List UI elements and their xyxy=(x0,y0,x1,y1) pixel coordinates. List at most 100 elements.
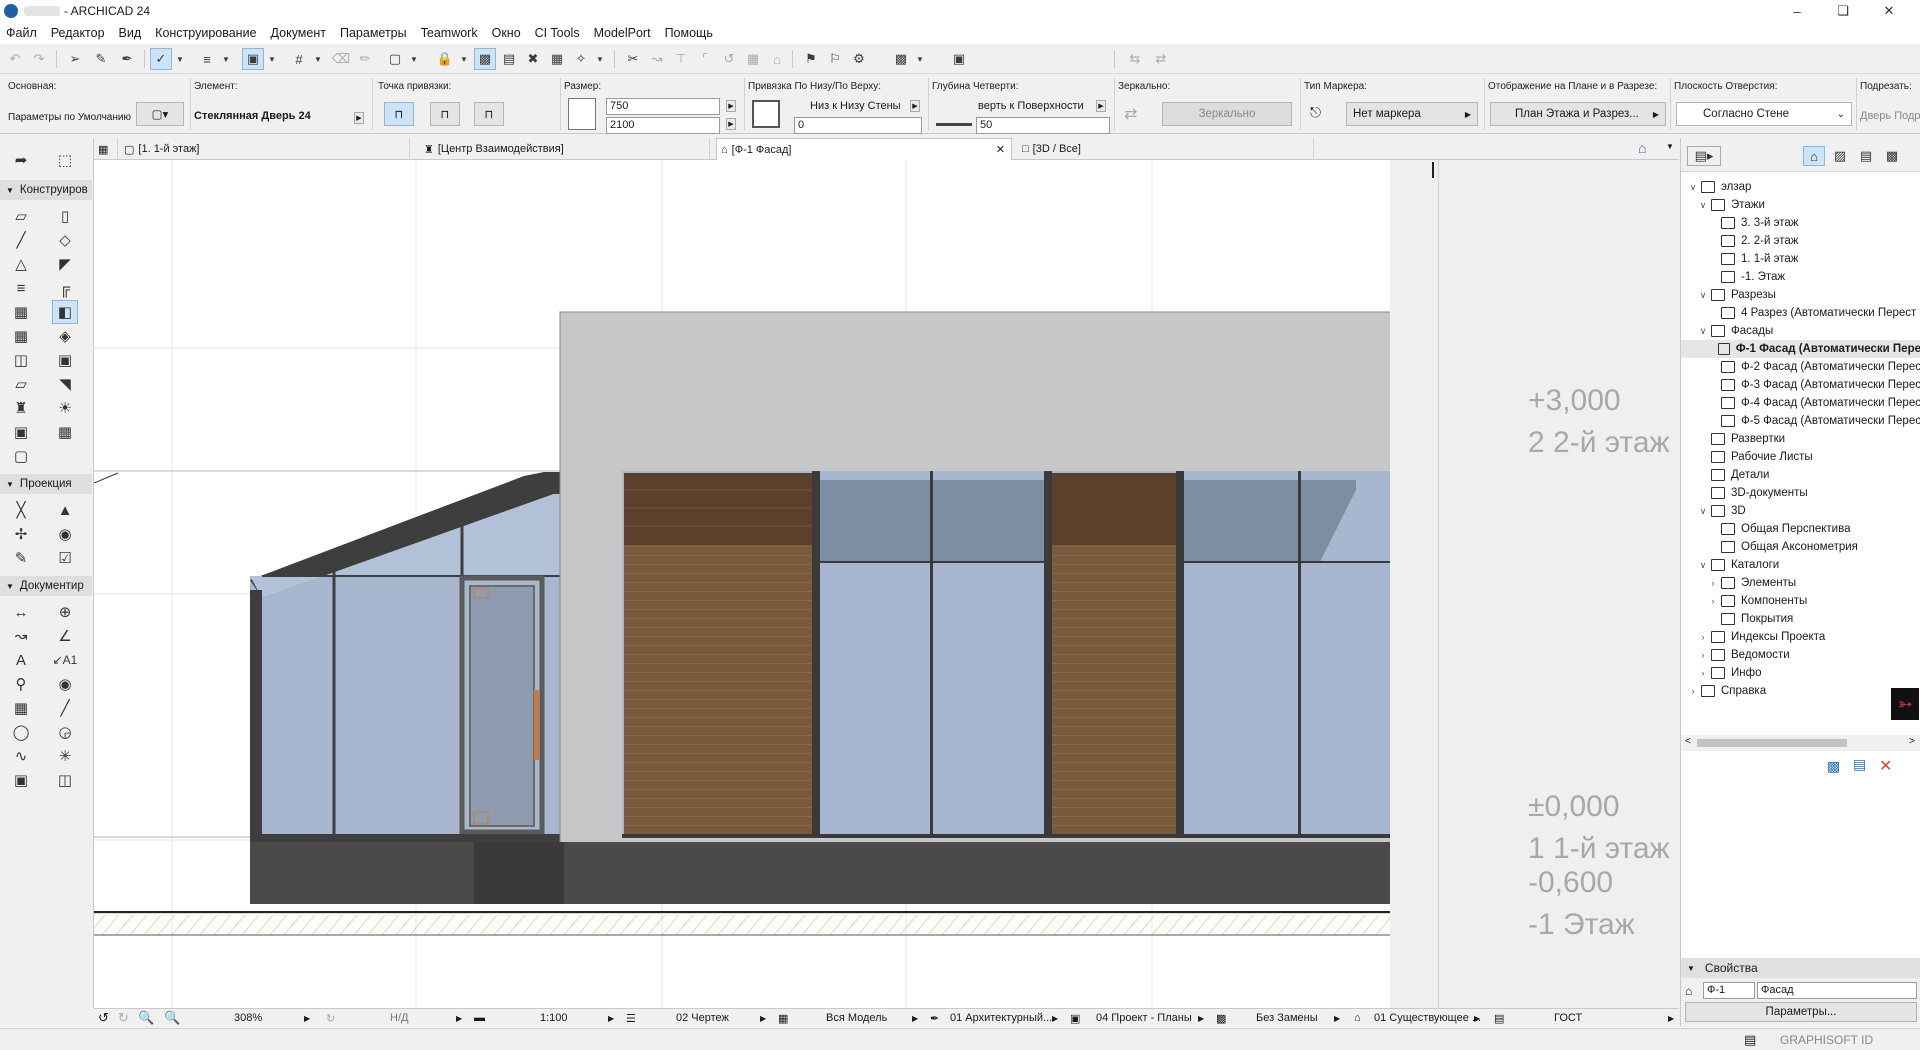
override-icon[interactable]: ▩ xyxy=(1216,1012,1226,1025)
pen-set-value[interactable]: 01 Архитектурный... xyxy=(950,1012,1052,1024)
cross-icon[interactable]: ✖ xyxy=(522,48,544,70)
teamwork-receive-icon[interactable]: ⇄ xyxy=(1150,48,1172,70)
slab-tool-icon[interactable]: ◇ xyxy=(52,228,78,252)
publish-icon[interactable]: ▩ xyxy=(890,48,912,70)
chevron-down-icon[interactable]: ∨ xyxy=(1697,560,1709,571)
object-tool-icon[interactable]: ♜ xyxy=(8,396,34,420)
menu-document[interactable]: Документ xyxy=(271,26,326,40)
zone-tool-icon[interactable]: ▣ xyxy=(8,420,34,444)
tree-item[interactable]: › Справка xyxy=(1681,682,1766,700)
chevron-right-icon[interactable]: › xyxy=(1697,668,1709,678)
chevron-down-icon[interactable]: ▼ xyxy=(458,48,470,70)
graphisoft-id-label[interactable]: GRAPHISOFT ID xyxy=(1780,1033,1873,1047)
new-view-icon[interactable]: ▩ xyxy=(1827,758,1840,775)
element-info-icon[interactable]: ▤ xyxy=(498,48,520,70)
trace-icon[interactable]: ▦ xyxy=(546,48,568,70)
split-icon[interactable]: ✂ xyxy=(622,48,644,70)
override-value[interactable]: Без Замены xyxy=(1256,1012,1318,1024)
chevron-down-icon[interactable]: ∨ xyxy=(1687,182,1699,193)
chevron-down-icon[interactable]: ∨ xyxy=(1697,506,1709,517)
flag-icon[interactable]: ⚑ xyxy=(800,48,822,70)
window-tool-icon[interactable]: ▦ xyxy=(8,324,34,348)
parameters-button[interactable]: Параметры... xyxy=(1685,1002,1917,1022)
3d-view-icon[interactable]: ✧ xyxy=(570,48,592,70)
drawing-tool-icon[interactable]: ◫ xyxy=(52,768,78,792)
worksheet-tool-icon[interactable]: ◉ xyxy=(52,522,78,546)
chevron-down-icon[interactable]: ▼ xyxy=(914,48,926,70)
tab-3d[interactable]: □ [3D / Все] xyxy=(1018,138,1314,160)
dimension-icon[interactable]: ▣ xyxy=(1070,1012,1080,1025)
standard-value[interactable]: ГОСТ xyxy=(1554,1012,1582,1024)
scale-value[interactable]: 1:100 xyxy=(540,1012,568,1024)
tree-item[interactable]: 2. 2-й этаж xyxy=(1681,232,1798,250)
angle-dimension-tool-icon[interactable]: ∠ xyxy=(52,624,78,648)
mesh-tool-icon[interactable]: ▱ xyxy=(8,372,34,396)
elevation-canvas[interactable]: +3,000 2 2-й этаж ±0,000 1 1-й этаж -0,6… xyxy=(94,160,1679,1008)
chevron-down-icon[interactable]: ▼ xyxy=(220,48,232,70)
line-tool-icon[interactable]: ╱ xyxy=(52,696,78,720)
section-tool-icon[interactable]: ╳ xyxy=(8,498,34,522)
tree-item[interactable]: Покрытия xyxy=(1681,610,1793,628)
tree-item[interactable]: › Инфо xyxy=(1681,664,1761,682)
scale-icon[interactable]: ▬ xyxy=(474,1012,485,1024)
renovation-icon[interactable]: ⌂ xyxy=(1354,1012,1361,1024)
lamp-tool-icon[interactable]: ☀ xyxy=(52,396,78,420)
undo-icon[interactable]: ↶ xyxy=(4,48,26,70)
scroll-thumb[interactable] xyxy=(1697,739,1847,747)
scroll-left-icon[interactable]: < xyxy=(1685,736,1691,747)
height-field[interactable]: 2100 xyxy=(606,117,720,134)
close-icon[interactable]: ✕ xyxy=(1866,0,1912,22)
pick-up-parameters-icon[interactable]: ➢ xyxy=(64,48,86,70)
standard-icon[interactable]: ▤ xyxy=(1494,1012,1504,1025)
menu-teamwork[interactable]: Teamwork xyxy=(421,26,478,40)
zoom-in-icon[interactable]: 🔍 xyxy=(138,1010,154,1026)
change-tool-icon[interactable]: ☑ xyxy=(52,546,78,570)
zoom-rotate-icon[interactable]: ↺ xyxy=(98,1010,109,1026)
roof-icon[interactable]: ⌂ xyxy=(766,48,788,70)
tree-item[interactable]: -1. Этаж xyxy=(1681,268,1785,286)
skylight-tool-icon[interactable]: ◈ xyxy=(52,324,78,348)
chevron-right-icon[interactable]: ▶ xyxy=(1096,100,1106,112)
layers-icon[interactable]: ☰ xyxy=(626,1012,636,1025)
red-marker-icon[interactable]: ➳ xyxy=(1891,688,1919,720)
favorites-value[interactable]: Параметры по Умолчанию xyxy=(8,112,131,123)
minimize-icon[interactable]: – xyxy=(1774,0,1820,22)
dimension-tool-icon[interactable]: ↔ xyxy=(8,600,34,624)
hotspot-tool-icon[interactable]: ✳ xyxy=(52,744,78,768)
teamwork-send-icon[interactable]: ⇆ xyxy=(1124,48,1146,70)
tree-item[interactable]: 3. 3-й этаж xyxy=(1681,214,1798,232)
dimension-value[interactable]: 04 Проект - Планы xyxy=(1096,1012,1192,1024)
chevron-down-icon[interactable]: ∨ xyxy=(1697,200,1709,211)
model-view-value[interactable]: Вся Модель xyxy=(826,1012,887,1024)
suspend-groups-icon[interactable]: ▩ xyxy=(474,48,496,70)
tree-item[interactable]: Общая Аксонометрия xyxy=(1681,538,1858,556)
tab-interaction-center[interactable]: ♜ [Центр Взаимодействия] xyxy=(420,138,710,160)
tree-item[interactable]: Рабочие Листы xyxy=(1681,448,1813,466)
reveal-value[interactable]: верть к Поверхности xyxy=(978,100,1084,112)
chevron-right-icon[interactable]: › xyxy=(1697,650,1709,660)
plane-dropdown[interactable]: Согласно Стене ⌄ xyxy=(1676,102,1852,126)
tree-item[interactable]: Общая Перспектива xyxy=(1681,520,1850,538)
chevron-right-icon[interactable]: ▶ xyxy=(912,1014,918,1023)
zone-stamp-tool-icon[interactable]: ◉ xyxy=(52,672,78,696)
width-field[interactable]: 750 xyxy=(606,98,720,115)
tree-item[interactable]: 3D-документы xyxy=(1681,484,1808,502)
zoom-value[interactable]: 308% xyxy=(234,1012,262,1024)
arrow-tool-icon[interactable]: ➦ xyxy=(8,148,34,172)
menu-options[interactable]: Параметры xyxy=(340,26,407,40)
tree-item[interactable]: ∨ Этажи xyxy=(1681,196,1765,214)
detail-tool-icon[interactable]: ✎ xyxy=(8,546,34,570)
chevron-right-icon[interactable]: ▶ xyxy=(726,100,736,112)
chevron-right-icon[interactable]: ▶ xyxy=(1334,1014,1340,1023)
chevron-right-icon[interactable]: ▶ xyxy=(1668,1014,1674,1023)
layout-icon[interactable]: ▤ xyxy=(1744,1032,1756,1048)
tab-menu-icon[interactable]: ⌂ xyxy=(1638,140,1662,158)
chevron-right-icon[interactable]: › xyxy=(1697,632,1709,642)
anchor-center-button[interactable]: ⊓ xyxy=(430,102,460,126)
mirror-button[interactable]: Зеркально xyxy=(1162,102,1292,126)
radial-dimension-tool-icon[interactable]: ↝ xyxy=(8,624,34,648)
chevron-right-icon[interactable]: ▶ xyxy=(304,1014,310,1023)
favorites-button[interactable]: ▢▾ xyxy=(136,102,184,126)
menu-file[interactable]: Файл xyxy=(6,26,37,40)
menu-edit[interactable]: Редактор xyxy=(51,26,105,40)
